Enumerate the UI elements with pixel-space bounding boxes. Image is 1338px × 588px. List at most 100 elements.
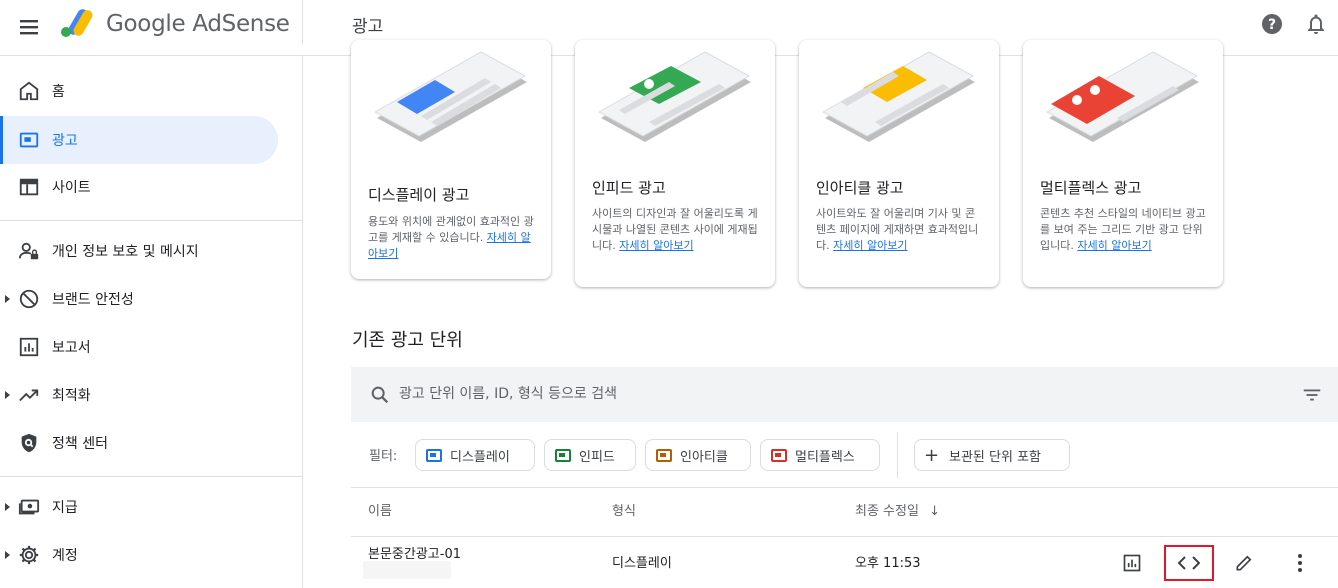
card-title: 멀티플렉스 광고 [1040,179,1142,197]
include-archived-chip[interactable]: + 보관된 단위 포함 [914,439,1070,471]
payments-icon [18,499,40,515]
expand-caret-icon [5,551,10,559]
existing-units-heading: 기존 광고 단위 [352,330,463,351]
filter-chip-multiplex[interactable]: 멀티플렉스 [760,439,880,471]
column-header-label: 최종 수정일 [855,504,919,519]
learn-more-link[interactable]: 자세히 알아보기 [1077,239,1151,252]
sidebar-item-label: 브랜드 안전성 [52,292,134,308]
ad-unit-modified: 오후 11:53 [855,556,921,571]
policy-icon [21,433,37,453]
inarticle-format-icon [656,449,672,462]
expand-caret-icon [5,503,10,511]
card-description: 콘텐츠 추천 스타일의 네이티브 광고를 보여 주는 그리드 기반 광고 단위입… [1040,206,1208,254]
filter-chip-display[interactable]: 디스플레이 [415,439,535,471]
home-icon [19,81,39,101]
search-icon [371,386,389,404]
ad-unit-id [363,561,451,579]
add-icon: + [924,445,940,466]
sidebar-divider [0,220,303,221]
sidebar-item-label: 정책 센터 [52,436,108,452]
more-options-button[interactable] [1282,545,1318,581]
reports-icon [19,337,39,357]
search-bar [351,367,1338,422]
sidebar-item-brand-safety[interactable]: 브랜드 안전성 [0,275,278,323]
card-description: 용도와 위치에 관계없이 효과적인 광고를 게재할 수 있습니다. 자세히 알아… [368,214,536,262]
report-button[interactable] [1114,545,1150,581]
more-vert-icon [1298,554,1302,572]
sidebar-item-label: 지급 [52,500,78,516]
column-header-name[interactable]: 이름 [368,500,392,519]
multiplex-ad-illustration-icon [1045,51,1199,142]
adsense-app: Google AdSense 광고 ? 홈 광고 사이트 개인 정보 보호 및 … [0,0,1338,588]
column-header-modified[interactable]: 최종 수정일 ↓ [855,500,940,519]
infeed-format-icon [555,449,571,462]
expand-caret-icon [5,295,10,303]
sites-icon [19,178,39,196]
card-title: 인아티클 광고 [816,179,904,197]
sidebar-item-label: 보고서 [52,340,91,356]
card-description: 사이트와도 잘 어울리며 기사 및 콘텐츠 페이지에 게재하면 효과적입니다. … [816,206,984,254]
get-code-button[interactable] [1164,545,1214,581]
card-title: 인피드 광고 [592,179,666,197]
column-header-type[interactable]: 형식 [612,500,636,519]
sidebar-item-optimization[interactable]: 최적화 [0,371,278,419]
menu-icon[interactable] [14,12,44,42]
adsense-logo-icon [61,9,93,37]
code-icon [1178,556,1200,570]
notifications-icon[interactable] [1304,12,1328,36]
filter-divider [897,432,898,478]
arrow-down-icon: ↓ [929,504,940,519]
multiplex-format-icon [771,449,787,462]
filter-chip-infeed[interactable]: 인피드 [544,439,636,471]
chip-label: 인아티클 [680,449,728,465]
header-divider [302,0,303,44]
learn-more-link[interactable]: 자세히 알아보기 [833,239,907,252]
display-format-icon [426,449,442,462]
table-row[interactable]: 본문중간광고-01 디스플레이 오후 11:53 [351,536,1338,588]
sidebar-item-label: 최적화 [52,388,91,404]
chip-label: 디스플레이 [450,449,510,465]
card-title: 디스플레이 광고 [368,186,470,204]
trending-icon [19,389,39,402]
ad-unit-name[interactable]: 본문중간광고-01 [368,543,461,562]
help-icon[interactable]: ? [1260,12,1284,36]
sidebar-item-label: 계정 [52,548,78,564]
ad-type-card-multiplex[interactable]: 멀티플렉스 광고 콘텐츠 추천 스타일의 네이티브 광고를 보여 주는 그리드 … [1023,40,1223,287]
sidebar-item-home[interactable]: 홈 [0,67,278,115]
privacy-icon [18,242,39,260]
filter-chip-inarticle[interactable]: 인아티클 [645,439,751,471]
ad-type-card-display[interactable]: 디스플레이 광고 용도와 위치에 관계없이 효과적인 광고를 게재할 수 있습니… [351,40,551,279]
ads-icon [19,132,39,148]
svg-text:?: ? [1268,17,1276,33]
sidebar-item-policy[interactable]: 정책 센터 [0,419,278,467]
sidebar-item-account[interactable]: 계정 [0,531,278,579]
sidebar-item-privacy[interactable]: 개인 정보 보호 및 메시지 [0,227,278,275]
sidebar-item-label: 개인 정보 보호 및 메시지 [52,244,199,260]
ad-type-card-infeed[interactable]: 인피드 광고 사이트의 디자인과 잘 어울리도록 게시물과 나열된 콘텐츠 사이… [575,40,775,287]
block-icon [19,289,39,309]
ad-type-card-inarticle[interactable]: 인아티클 광고 사이트와도 잘 어울리며 기사 및 콘텐츠 페이지에 게재하면 … [799,40,999,287]
bar-chart-icon [1123,554,1141,572]
sidebar-item-sites[interactable]: 사이트 [0,163,278,211]
chip-label: 멀티플렉스 [795,449,855,465]
filter-label: 필터: [369,449,398,464]
sidebar-item-payments[interactable]: 지급 [0,483,278,531]
learn-more-link[interactable]: 자세히 알아보기 [619,239,693,252]
sidebar-divider [0,476,303,477]
expand-caret-icon [5,391,10,399]
sidebar-item-reports[interactable]: 보고서 [0,323,278,371]
sidebar-item-ads[interactable]: 광고 [0,116,278,164]
pencil-icon [1236,555,1252,571]
sidebar-nav: 홈 광고 사이트 개인 정보 보호 및 메시지 브랜드 안전성 보고서 최적화 [0,56,303,588]
sidebar-item-label: 사이트 [52,180,91,196]
chip-label: 인피드 [579,449,615,465]
brand-name: Google AdSense [106,11,290,37]
display-ad-illustration-icon [373,51,527,142]
chip-label: 보관된 단위 포함 [949,449,1041,465]
filter-list-icon[interactable] [1301,384,1323,406]
sidebar-item-label: 광고 [52,133,78,149]
edit-button[interactable] [1226,545,1262,581]
infeed-ad-illustration-icon [597,51,751,142]
search-input[interactable] [399,377,1279,411]
ad-unit-type: 디스플레이 [612,556,672,571]
